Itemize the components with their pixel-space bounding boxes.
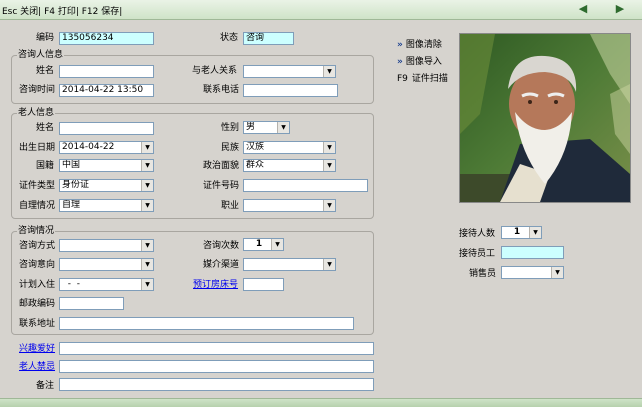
elder-photo xyxy=(459,33,631,203)
relation-label: 与老人关系 xyxy=(192,66,238,76)
addr-field[interactable] xyxy=(59,317,354,330)
chevron-down-icon[interactable]: ▼ xyxy=(141,200,153,211)
chevron-down-icon[interactable]: ▼ xyxy=(277,122,289,133)
chevron-down-icon[interactable]: ▼ xyxy=(271,239,283,250)
zip-label: 邮政编码 xyxy=(19,299,56,309)
chevron-down-icon[interactable]: ▼ xyxy=(141,180,153,191)
elder-group-title: 老人信息 xyxy=(17,108,56,118)
chevron-down-icon[interactable]: ▼ xyxy=(141,160,153,171)
room-link[interactable]: 预订房床号 xyxy=(193,280,238,291)
double-chevron-right-icon: » xyxy=(397,57,403,67)
count-label: 咨询次数 xyxy=(203,241,240,251)
remark-field[interactable] xyxy=(59,378,374,391)
ethnic-select[interactable]: 汉族 ▼ xyxy=(243,141,336,154)
toolbar: Esc 关闭| F4 打印| F12 保存| ◀ ▶ xyxy=(0,0,642,20)
chevron-down-icon[interactable]: ▼ xyxy=(323,160,335,171)
chevron-down-icon[interactable]: ▼ xyxy=(323,66,335,77)
image-clear-button[interactable]: » 图像清除 xyxy=(397,37,442,50)
chevron-down-icon[interactable]: ▼ xyxy=(141,142,153,153)
sales-select[interactable]: ▼ xyxy=(501,266,564,279)
nationality-label: 国籍 xyxy=(36,161,55,171)
phone-label: 联系电话 xyxy=(203,85,240,95)
nationality-select[interactable]: 中国 ▼ xyxy=(59,159,154,172)
plan-label: 计划入住 xyxy=(19,280,56,290)
chevron-down-icon[interactable]: ▼ xyxy=(141,240,153,251)
addr-label: 联系地址 xyxy=(19,319,56,329)
shortcut-hints[interactable]: Esc 关闭| F4 打印| F12 保存| xyxy=(2,4,122,17)
image-clear-label: 图像清除 xyxy=(405,40,442,50)
method-select[interactable]: ▼ xyxy=(59,239,154,252)
hobby-field[interactable] xyxy=(59,342,374,355)
consult-time-label: 咨询时间 xyxy=(19,85,56,95)
intent-label: 咨询意向 xyxy=(19,260,56,270)
elder-portrait-image xyxy=(460,34,630,202)
status-label: 状态 xyxy=(220,33,239,43)
selfcare-label: 自理情况 xyxy=(19,201,56,211)
job-select[interactable]: ▼ xyxy=(243,199,336,212)
hobby-link[interactable]: 兴趣爱好 xyxy=(19,344,55,355)
scan-key-hint: F9 xyxy=(397,74,408,84)
idno-field[interactable] xyxy=(243,179,368,192)
image-import-button[interactable]: » 图像导入 xyxy=(397,54,442,67)
chevron-down-icon[interactable]: ▼ xyxy=(141,259,153,270)
reception-count-label: 接待人数 xyxy=(459,229,496,239)
political-select[interactable]: 群众 ▼ xyxy=(243,159,336,172)
elder-name-field[interactable] xyxy=(59,122,154,135)
chevron-down-icon[interactable]: ▼ xyxy=(141,279,153,290)
consultant-name-field[interactable] xyxy=(59,65,154,78)
chevron-down-icon[interactable]: ▼ xyxy=(529,227,541,238)
gender-select[interactable]: 男 ▼ xyxy=(243,121,290,134)
consult-time-field[interactable]: 2014-04-22 13:50 xyxy=(59,84,154,97)
phone-field[interactable] xyxy=(243,84,338,97)
job-label: 职业 xyxy=(221,201,240,211)
room-field[interactable] xyxy=(243,278,284,291)
reception-count-spinner[interactable]: 1 ▼ xyxy=(501,226,542,239)
reception-staff-label: 接待员工 xyxy=(459,249,496,259)
political-label: 政治面貌 xyxy=(203,161,240,171)
elder-name-label: 姓名 xyxy=(36,123,55,133)
remark-label: 备注 xyxy=(36,381,55,391)
media-select[interactable]: ▼ xyxy=(243,258,336,271)
double-chevron-right-icon: » xyxy=(397,40,403,50)
consultant-name-label: 姓名 xyxy=(36,66,55,76)
idtype-label: 证件类型 xyxy=(19,181,56,191)
id-scan-button[interactable]: F9 证件扫描 xyxy=(397,71,448,84)
code-label: 编码 xyxy=(36,33,55,43)
plan-date-picker[interactable]: - - ▼ xyxy=(59,278,154,291)
taboo-field[interactable] xyxy=(59,360,374,373)
media-label: 媒介渠道 xyxy=(203,260,240,270)
birth-label: 出生日期 xyxy=(19,143,56,153)
consultant-group-title: 咨询人信息 xyxy=(17,50,65,60)
intent-select[interactable]: ▼ xyxy=(59,258,154,271)
arrow-right-icon[interactable]: ▶ xyxy=(614,3,626,15)
method-label: 咨询方式 xyxy=(19,241,56,251)
taboo-link[interactable]: 老人禁忌 xyxy=(19,362,55,373)
ethnic-label: 民族 xyxy=(221,143,240,153)
birth-date-picker[interactable]: 2014-04-22 ▼ xyxy=(59,141,154,154)
idtype-select[interactable]: 身份证 ▼ xyxy=(59,179,154,192)
selfcare-select[interactable]: 自理 ▼ xyxy=(59,199,154,212)
image-import-label: 图像导入 xyxy=(405,57,442,67)
id-scan-label: 证件扫描 xyxy=(411,74,448,84)
chevron-down-icon[interactable]: ▼ xyxy=(323,200,335,211)
chevron-down-icon[interactable]: ▼ xyxy=(323,259,335,270)
consult-group-title: 咨询情况 xyxy=(17,226,56,236)
status-field[interactable]: 咨询 xyxy=(243,32,294,45)
reception-staff-field[interactable] xyxy=(501,246,564,259)
chevron-down-icon[interactable]: ▼ xyxy=(551,267,563,278)
idno-label: 证件号码 xyxy=(203,181,240,191)
sales-label: 销售员 xyxy=(469,269,497,279)
count-spinner[interactable]: 1 ▼ xyxy=(243,238,284,251)
relation-select[interactable]: ▼ xyxy=(243,65,336,78)
code-field[interactable]: 135056234 xyxy=(59,32,154,45)
chevron-down-icon[interactable]: ▼ xyxy=(323,142,335,153)
gender-label: 性别 xyxy=(221,123,240,133)
zip-field[interactable] xyxy=(59,297,124,310)
arrow-left-icon[interactable]: ◀ xyxy=(577,3,589,15)
